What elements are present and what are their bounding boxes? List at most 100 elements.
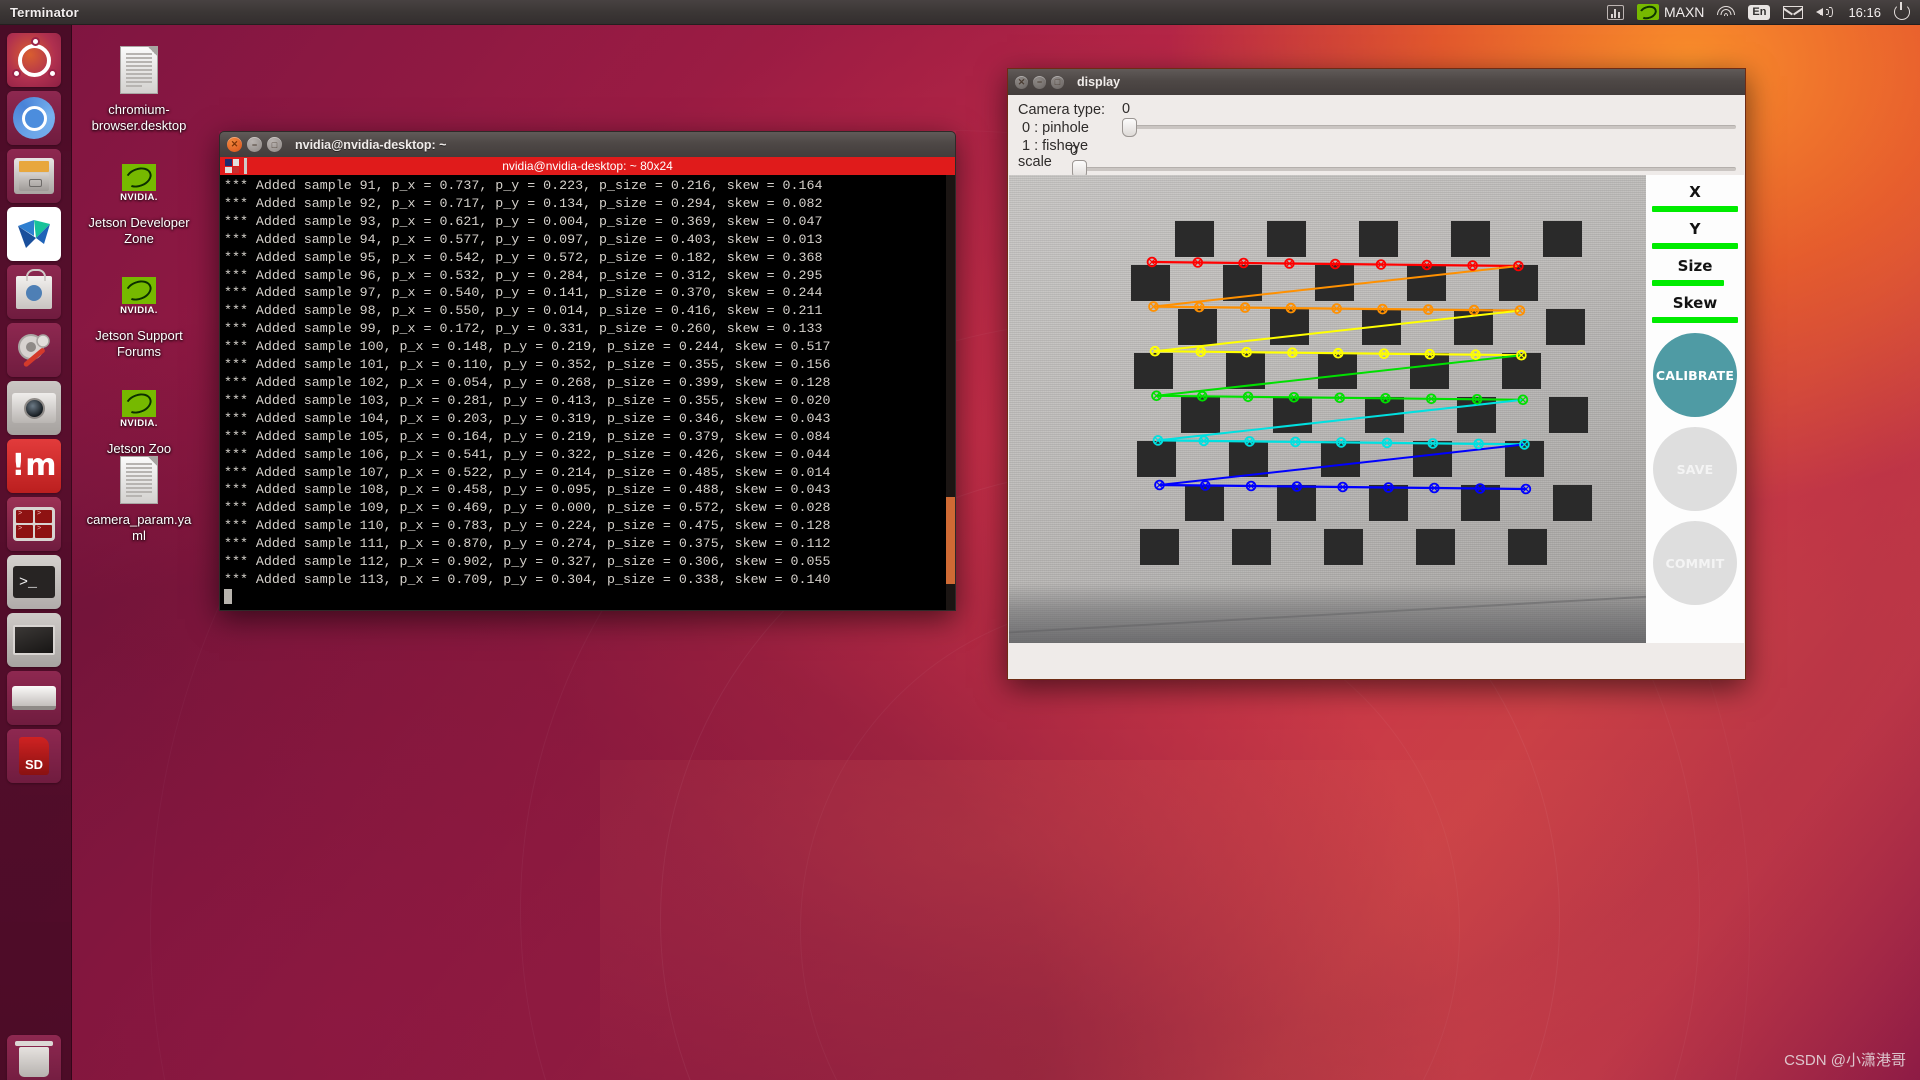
launcher-item-software-center[interactable] xyxy=(7,265,61,319)
launcher-item-ubuntu-dash[interactable] xyxy=(7,33,61,87)
terminal-scrollbar[interactable] xyxy=(946,175,955,610)
scale-slider-track[interactable] xyxy=(1080,167,1736,171)
terminal-icon: >_ xyxy=(7,555,61,609)
minimize-icon[interactable]: − xyxy=(1033,75,1046,89)
camera-type-slider-track[interactable] xyxy=(1130,125,1736,129)
sd-card-icon: SD xyxy=(7,729,61,783)
document-icon xyxy=(84,42,194,98)
file-manager-icon xyxy=(7,149,61,203)
progress-label-size: Size xyxy=(1677,257,1713,275)
terminal-tab-title: nvidia@nvidia-desktop: ~ 80x24 xyxy=(502,159,673,173)
launcher-item-terminator[interactable] xyxy=(7,497,61,551)
power-icon[interactable] xyxy=(1894,2,1910,20)
progress-label-y: Y xyxy=(1689,220,1701,238)
desktop-icon-jetson-zoo[interactable]: NVIDIA. Jetson Zoo xyxy=(84,381,194,457)
mmm-icon: !m xyxy=(7,439,61,493)
keyboard-layout-label: En xyxy=(1748,4,1771,20)
progress-bar-skew xyxy=(1652,317,1738,323)
chromium-icon xyxy=(7,91,61,145)
desktop-icon-jetson-support-forums[interactable]: NVIDIA. Jetson Support Forums xyxy=(84,268,194,360)
launcher-item-terminal[interactable]: >_ xyxy=(7,555,61,609)
corner-wrap-line xyxy=(1154,309,1521,353)
document-icon xyxy=(84,452,194,508)
desktop-icon-chromium-browser-desktop[interactable]: chromium-browser.desktop xyxy=(84,42,194,134)
calibration-image-view[interactable] xyxy=(1009,175,1647,643)
display-window[interactable]: ✕ − □ display Camera type: 0 : pinhole 1… xyxy=(1007,68,1746,680)
corner-wrap-line xyxy=(1156,354,1522,397)
launcher-item-chromium[interactable] xyxy=(7,91,61,145)
system-tray: MAXN En 16:16 xyxy=(1606,2,1920,20)
desktop-icon-label: Jetson Support Forums xyxy=(95,328,183,359)
nvidia-icon xyxy=(1636,4,1659,20)
close-icon[interactable]: ✕ xyxy=(1015,75,1028,89)
maximize-icon[interactable]: □ xyxy=(267,137,282,152)
progress-bar-x xyxy=(1652,206,1738,212)
nvidia-wordmark: NVIDIA. xyxy=(120,304,158,316)
scrollbar-thumb[interactable] xyxy=(946,496,955,584)
disk-icon xyxy=(7,671,61,725)
scale-value: 0 xyxy=(1070,143,1079,159)
progress-bar-size xyxy=(1652,280,1738,286)
system-monitor-icon[interactable] xyxy=(1606,4,1624,20)
launcher-item-trash[interactable] xyxy=(7,1035,61,1080)
nvidia-icon: NVIDIA. xyxy=(84,155,194,211)
launcher-item-system-settings[interactable] xyxy=(7,323,61,377)
launcher-item-monitor[interactable] xyxy=(7,613,61,667)
terminator-tabbar[interactable]: nvidia@nvidia-desktop: ~ 80x24 xyxy=(219,157,956,175)
desktop-icon-camera-param-yaml[interactable]: camera_param.yaml xyxy=(84,452,194,544)
close-icon[interactable]: ✕ xyxy=(227,137,242,152)
wifi-icon[interactable] xyxy=(1717,5,1736,19)
desktop-icon-label: camera_param.yaml xyxy=(86,512,192,543)
launcher-item-sd-card[interactable]: SD xyxy=(7,729,61,783)
minimize-icon[interactable]: − xyxy=(247,137,262,152)
launcher-item-files[interactable] xyxy=(7,149,61,203)
camera-type-slider-knob[interactable] xyxy=(1122,118,1137,137)
envelope-icon[interactable] xyxy=(1783,5,1804,19)
progress-fill-x xyxy=(1652,206,1738,212)
desktop-icon-label: Jetson Developer Zone xyxy=(88,215,190,246)
desktop-icon-jetson-developer-zone[interactable]: NVIDIA. Jetson Developer Zone xyxy=(84,155,194,247)
calibration-side-panel: X Y Size Skew CALIBRATE SAVE COMMIT xyxy=(1646,175,1744,643)
unity-launcher: !m >_ SD xyxy=(0,25,72,1080)
camera-type-value: 0 xyxy=(1122,101,1131,117)
nvidia-wordmark: NVIDIA. xyxy=(120,191,158,203)
terminal-output-area[interactable]: *** Added sample 91, p_x = 0.737, p_y = … xyxy=(219,175,956,611)
terminator-window-title: nvidia@nvidia-desktop: ~ xyxy=(295,137,447,152)
save-button[interactable]: SAVE xyxy=(1653,427,1737,511)
scale-label: scale xyxy=(1018,154,1052,170)
progress-label-x: X xyxy=(1689,183,1701,201)
terminator-window[interactable]: ✕ − □ nvidia@nvidia-desktop: ~ nvidia@nv… xyxy=(219,131,956,611)
calibrate-button[interactable]: CALIBRATE xyxy=(1653,333,1737,417)
clock[interactable]: 16:16 xyxy=(1848,5,1881,20)
ubuntu-icon xyxy=(7,33,61,87)
launcher-item-disk-drive[interactable] xyxy=(7,671,61,725)
keyboard-layout-indicator[interactable]: En xyxy=(1748,4,1771,20)
terminator-titlebar[interactable]: ✕ − □ nvidia@nvidia-desktop: ~ xyxy=(219,131,956,157)
launcher-item-cheese-camera[interactable] xyxy=(7,381,61,435)
corner-wrap-line xyxy=(1153,265,1519,308)
corner-wrap-line xyxy=(1157,398,1524,442)
progress-fill-size xyxy=(1652,280,1725,286)
libreoffice-icon xyxy=(7,207,61,261)
detected-corners-overlay xyxy=(1146,256,1532,495)
launcher-item-libreoffice[interactable] xyxy=(7,207,61,261)
progress-fill-y xyxy=(1652,243,1738,249)
display-titlebar[interactable]: ✕ − □ display xyxy=(1008,69,1745,95)
display-icon xyxy=(7,613,61,667)
commit-button[interactable]: COMMIT xyxy=(1653,521,1737,605)
progress-fill-skew xyxy=(1652,317,1738,323)
terminal-text: *** Added sample 91, p_x = 0.737, p_y = … xyxy=(224,178,831,587)
volume-icon[interactable] xyxy=(1816,5,1835,19)
software-center-icon xyxy=(7,265,61,319)
camera-type-option-fisheye: 1 : fisheye xyxy=(1022,138,1089,154)
watermark: CSDN @小潇港哥 xyxy=(1784,1052,1906,1069)
nvidia-power-indicator[interactable]: MAXN xyxy=(1636,4,1704,20)
maximize-icon[interactable]: □ xyxy=(1051,75,1064,89)
active-app-title[interactable]: Terminator xyxy=(0,5,79,20)
trash-icon xyxy=(7,1035,61,1080)
camera-icon xyxy=(7,381,61,435)
launcher-item-mmm-app[interactable]: !m xyxy=(7,439,61,493)
terminal-cursor xyxy=(224,588,232,604)
display-window-title: display xyxy=(1077,75,1121,89)
wallpaper-glow xyxy=(600,760,1900,1080)
